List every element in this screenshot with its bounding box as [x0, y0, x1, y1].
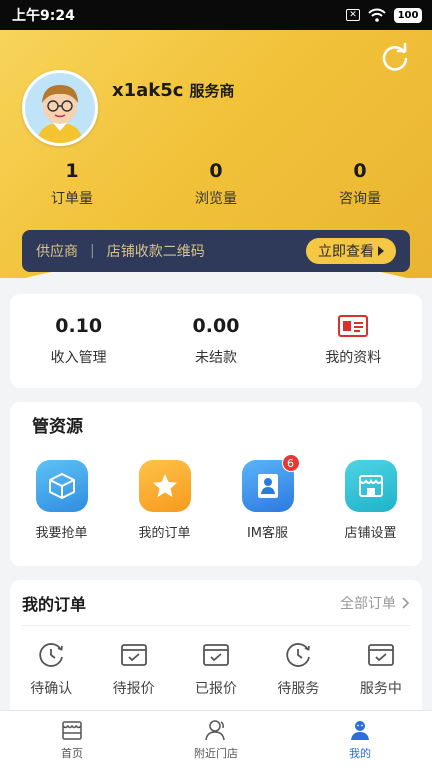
avatar-illustration [25, 73, 95, 143]
all-orders-label: 全部订单 [340, 595, 396, 612]
status-time: 上午9:24 [12, 8, 75, 24]
play-triangle-icon [378, 246, 384, 256]
view-now-button[interactable]: 立即查看 [306, 238, 396, 264]
user-icon [205, 720, 225, 741]
battery-indicator: 100 [394, 7, 422, 23]
status-bar: 上午9:24 ✕ 100 [0, 0, 432, 30]
order-status-row: 待确认 待报价 已报价 待服务 服务中 [10, 640, 422, 698]
clock-icon [39, 643, 64, 667]
status-icons: ✕ 100 [346, 7, 422, 23]
id-card-wrap [285, 315, 422, 339]
stat-label: 浏览量 [195, 191, 237, 207]
im-service-button[interactable]: 6 IM客服 [216, 454, 319, 541]
grab-order-button[interactable]: 我要抢单 [10, 460, 113, 541]
tab-label: 首页 [61, 747, 83, 760]
tab-home[interactable]: 首页 [0, 711, 144, 768]
stat-label: 咨询量 [339, 191, 381, 207]
tab-mine[interactable]: 我的 [288, 711, 432, 768]
resources-title: 管资源 [32, 417, 83, 437]
qr-banner[interactable]: 供应商 | 店铺收款二维码 立即查看 [22, 230, 410, 272]
avatar[interactable] [22, 70, 98, 146]
resources-row: 我要抢单 我的订单 6 IM客服 店铺设置 [10, 454, 422, 541]
box-icon [35, 460, 88, 512]
store-settings-label: 店铺设置 [344, 526, 397, 541]
tab-label: 附近门店 [194, 747, 238, 760]
box-check-icon [367, 644, 394, 666]
stat-inquiries[interactable]: 0 咨询量 [288, 160, 432, 208]
unread-badge: 6 [281, 454, 300, 472]
orders-header: 我的订单 全部订单 [22, 580, 410, 626]
resources-card: 管资源 我要抢单 我的订单 6 IM客服 店铺设置 [10, 402, 422, 566]
user-role: 服务商 [189, 82, 235, 100]
tab-label: 我的 [349, 747, 371, 760]
user-info: x1ak5c 服务商 [112, 80, 234, 101]
im-service-label: IM客服 [246, 526, 289, 541]
order-pending-quote[interactable]: 待报价 [92, 640, 174, 698]
unsettled[interactable]: 0.00 未结款 [147, 315, 284, 367]
view-now-label: 立即查看 [318, 244, 374, 260]
banner-separator: | [90, 243, 95, 259]
username: x1ak5c [112, 80, 184, 101]
orders-title: 我的订单 [22, 594, 87, 614]
banner-supplier: 供应商 [36, 244, 78, 260]
my-orders-button[interactable]: 我的订单 [113, 460, 216, 541]
income-value: 0.10 [55, 315, 103, 337]
stat-views[interactable]: 0 浏览量 [144, 160, 288, 208]
store-icon [344, 460, 397, 512]
stats-row: 1 订单量 0 浏览量 0 咨询量 [0, 160, 432, 208]
tab-nearby-stores[interactable]: 附近门店 [144, 711, 288, 768]
stat-value: 0 [353, 160, 367, 182]
orders-card: 我的订单 全部订单 待确认 待报价 已报价 待服务 服务中 [10, 580, 422, 710]
order-in-service[interactable]: 服务中 [340, 640, 422, 698]
sim-icon: ✕ [346, 9, 360, 21]
my-orders-label: 我的订单 [138, 526, 191, 541]
unsettled-value: 0.00 [192, 315, 240, 337]
star-icon [138, 460, 191, 512]
unsettled-label: 未结款 [194, 350, 237, 366]
id-card-icon [338, 315, 369, 337]
all-orders-link[interactable]: 全部订单 [340, 593, 410, 613]
stat-value: 1 [65, 160, 79, 182]
profile-header: x1ak5c 服务商 1 订单量 0 浏览量 0 咨询量 供应商 | 店铺收款二… [0, 30, 432, 278]
stat-orders[interactable]: 1 订单量 [0, 160, 144, 208]
profile-info-label: 我的资料 [325, 350, 382, 366]
finance-card: 0.10 收入管理 0.00 未结款 我的资料 [10, 294, 422, 388]
refresh-icon[interactable] [380, 42, 410, 72]
person-icon: 6 [241, 454, 300, 512]
income-management[interactable]: 0.10 收入管理 [10, 315, 147, 367]
order-label: 服务中 [359, 681, 402, 697]
order-label: 待服务 [277, 681, 320, 697]
order-quoted[interactable]: 已报价 [175, 640, 257, 698]
order-pending-service[interactable]: 待服务 [257, 640, 339, 698]
order-label: 待报价 [112, 681, 155, 697]
grab-order-label: 我要抢单 [35, 526, 88, 541]
clock-icon [286, 643, 311, 667]
box-check-icon [203, 644, 229, 666]
store-icon [62, 721, 82, 740]
stat-label: 订单量 [51, 191, 93, 207]
order-pending-confirm[interactable]: 待确认 [10, 640, 92, 698]
stat-value: 0 [209, 160, 223, 182]
profile-icon [351, 721, 369, 740]
bottom-tab-bar: 首页 附近门店 我的 [0, 710, 432, 768]
income-label: 收入管理 [50, 350, 107, 366]
order-label: 已报价 [195, 681, 238, 697]
wifi-icon [368, 8, 386, 22]
box-check-icon [120, 644, 147, 666]
my-profile-info[interactable]: 我的资料 [285, 315, 422, 367]
order-label: 待确认 [30, 681, 73, 697]
store-settings-button[interactable]: 店铺设置 [319, 460, 422, 541]
banner-qr-text: 店铺收款二维码 [106, 244, 205, 260]
chevron-right-icon [402, 596, 410, 609]
